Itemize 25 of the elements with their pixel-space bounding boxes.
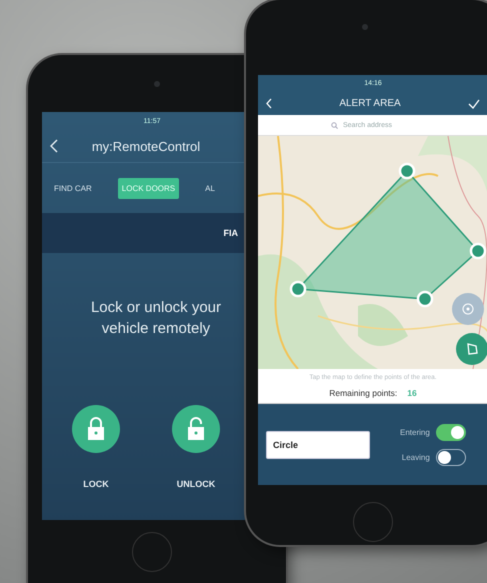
crosshair-icon (461, 302, 475, 316)
toggle-switch[interactable] (436, 424, 466, 440)
shape-name-field[interactable]: Circle (266, 430, 370, 458)
action-label: UNLOCK (176, 479, 216, 489)
toggle-switch[interactable] (436, 448, 466, 466)
remaining-count: 16 (407, 388, 417, 398)
action-label: LOCK (83, 479, 109, 489)
unlock-button[interactable] (172, 405, 220, 453)
map-drawing[interactable] (258, 136, 487, 369)
remaining-label: Remaining points: (329, 388, 398, 398)
back-icon[interactable] (50, 139, 58, 153)
polygon-icon (465, 342, 479, 356)
screen-title: ALERT AREA (338, 98, 402, 109)
toggle-label: Leaving (402, 452, 430, 462)
screen-title: my:RemoteControl (90, 138, 202, 154)
padlock-icon (85, 417, 107, 441)
vehicle-name: FIA (224, 228, 238, 238)
padlock-icon (185, 417, 207, 441)
headline: Lock or unlock your vehicle remotely (90, 298, 222, 339)
checkmark-icon[interactable] (468, 98, 480, 108)
lock-button[interactable] (72, 405, 120, 453)
search-icon (331, 122, 338, 128)
toggle-label: Entering (400, 428, 430, 436)
tab[interactable]: FIND CAR (50, 178, 96, 198)
tab[interactable]: AL (201, 178, 219, 198)
